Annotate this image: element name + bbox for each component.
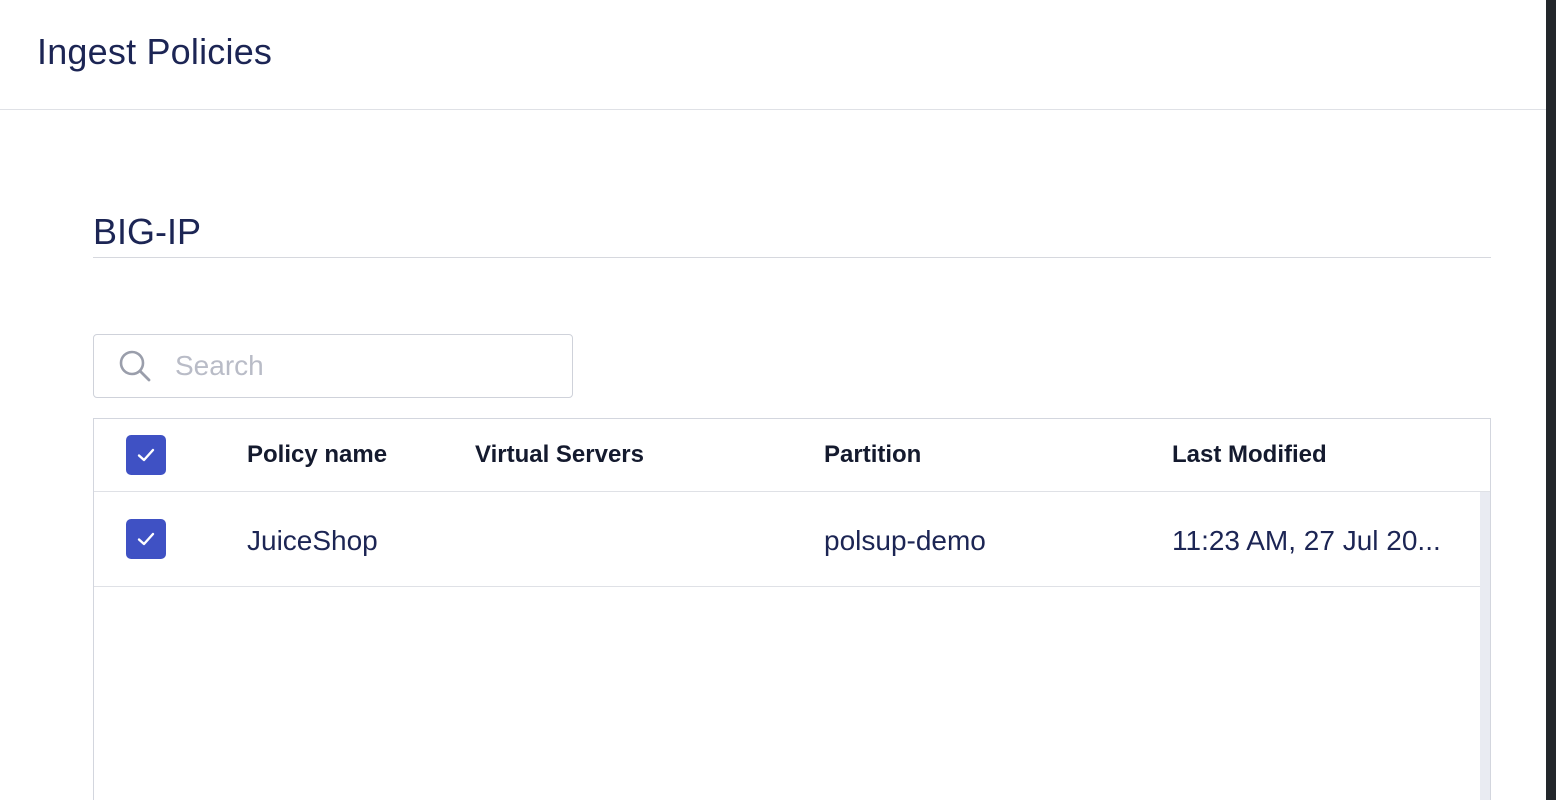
cell-policy-name[interactable]: JuiceShop	[247, 525, 378, 557]
window-edge	[1546, 0, 1556, 800]
column-header-virtual-servers[interactable]: Virtual Servers	[475, 441, 644, 469]
policies-table: Policy name Virtual Servers Partition La…	[93, 418, 1491, 800]
row-checkbox[interactable]	[126, 519, 166, 559]
column-header-last-modified[interactable]: Last Modified	[1172, 441, 1327, 469]
search-icon	[117, 348, 153, 384]
search-input[interactable]	[175, 346, 545, 386]
bigip-section: BIG-IP	[93, 208, 1491, 258]
cell-last-modified: 11:23 AM, 27 Jul 20...	[1172, 525, 1441, 556]
column-header-policy-name[interactable]: Policy name	[247, 441, 387, 469]
table-header-row: Policy name Virtual Servers Partition La…	[94, 419, 1490, 492]
table-scrollbar[interactable]	[1480, 492, 1490, 800]
page-header: Ingest Policies	[0, 0, 1546, 110]
check-icon	[137, 448, 155, 462]
section-title: BIG-IP	[93, 208, 1491, 258]
page-title: Ingest Policies	[37, 31, 273, 72]
search-box[interactable]	[93, 334, 573, 398]
select-all-checkbox[interactable]	[126, 435, 166, 475]
check-icon	[137, 532, 155, 546]
cell-partition: polsup-demo	[824, 525, 986, 556]
column-header-partition[interactable]: Partition	[824, 441, 921, 469]
page: Ingest Policies BIG-IP Policy name Virtu…	[0, 0, 1556, 800]
table-row[interactable]: JuiceShop polsup-demo 11:23 AM, 27 Jul 2…	[94, 492, 1480, 587]
